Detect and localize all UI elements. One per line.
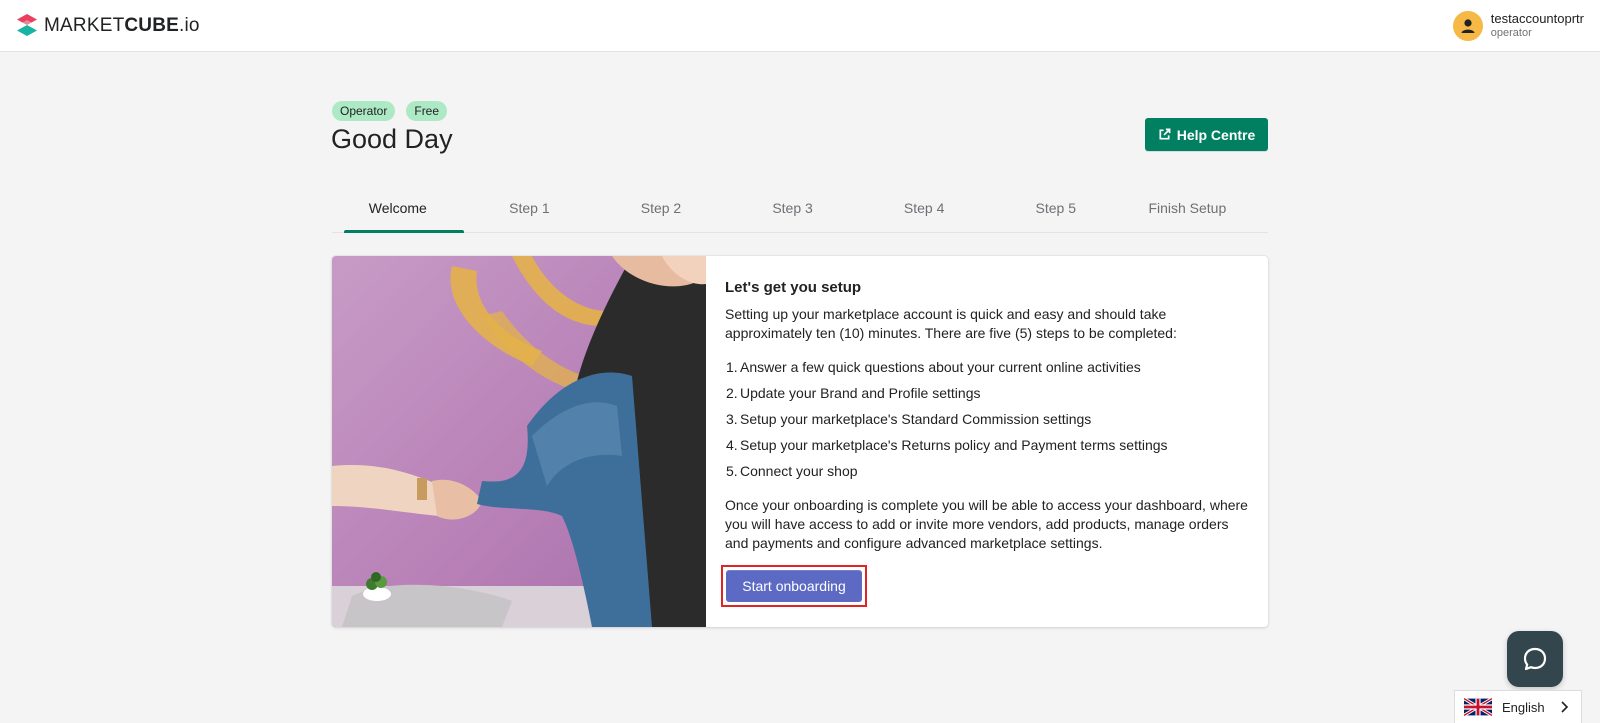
tab-step-5[interactable]: Step 5 <box>990 188 1122 232</box>
user-name: testaccountoprtr <box>1490 11 1584 26</box>
account-badges: Operator Free <box>332 101 448 121</box>
list-item: 1. Answer a few quick questions about you… <box>726 359 1141 375</box>
chat-bubble-icon <box>1523 647 1547 671</box>
user-role: operator <box>1490 27 1532 39</box>
card-intro: Setting up your marketplace account is q… <box>725 306 1177 341</box>
tab-step-3[interactable]: Step 3 <box>727 188 859 232</box>
setup-steps-list: 1. Answer a few quick questions about you… <box>725 358 1250 481</box>
plan-badge: Free <box>406 101 448 121</box>
start-onboarding-highlight: Start onboarding <box>721 565 867 607</box>
card-body: Let's get you setup Setting up your mark… <box>706 256 1268 627</box>
card-outro: Once your onboarding is complete you wil… <box>725 497 1248 551</box>
card-heading: Let's get you setup <box>725 279 862 296</box>
marketcube-logo-icon <box>17 14 37 36</box>
list-item: 3. Setup your marketplace's Standard Comm… <box>726 411 1092 427</box>
list-item: 4. Setup your marketplace's Returns polic… <box>726 437 1168 453</box>
tab-step-1[interactable]: Step 1 <box>464 188 596 232</box>
tab-welcome[interactable]: Welcome <box>332 188 464 233</box>
avatar <box>1452 11 1483 41</box>
uk-flag-icon <box>1464 698 1492 716</box>
list-item: 5. Connect your shop <box>726 463 858 479</box>
welcome-card: Let's get you setup Setting up your mark… <box>332 256 1268 627</box>
tab-step-4[interactable]: Step 4 <box>858 188 990 232</box>
help-centre-button[interactable]: Help Centre <box>1145 118 1268 151</box>
tab-step-2[interactable]: Step 2 <box>595 188 727 232</box>
page-title: Good Day <box>331 124 453 154</box>
external-link-icon <box>1159 128 1171 140</box>
list-item: 2. Update your Brand and Profile settings <box>726 385 981 401</box>
chat-launcher-button[interactable] <box>1507 631 1563 687</box>
language-label: English <box>1502 699 1545 715</box>
user-icon <box>1461 19 1475 33</box>
start-onboarding-button[interactable]: Start onboarding <box>726 570 862 602</box>
user-info: testaccountoprtr operator <box>1491 11 1584 41</box>
chevron-right-icon <box>1561 701 1569 713</box>
language-selector[interactable]: English <box>1454 690 1582 723</box>
tab-finish-setup[interactable]: Finish Setup <box>1122 188 1254 232</box>
logo-wordmark: MARKETCUBE.io <box>44 15 200 36</box>
onboarding-tabs: Welcome Step 1 Step 2 Step 3 Step 4 Step… <box>332 188 1268 233</box>
marketcube-logo[interactable]: MARKETCUBE.io <box>16 13 200 39</box>
user-menu[interactable]: testaccountoprtr operator <box>1452 11 1584 41</box>
top-bar: MARKETCUBE.io testaccountoprtr operator <box>0 0 1600 52</box>
role-badge: Operator <box>332 101 396 121</box>
help-centre-label: Help Centre <box>1176 126 1256 143</box>
handshake-hero-image <box>332 256 706 627</box>
